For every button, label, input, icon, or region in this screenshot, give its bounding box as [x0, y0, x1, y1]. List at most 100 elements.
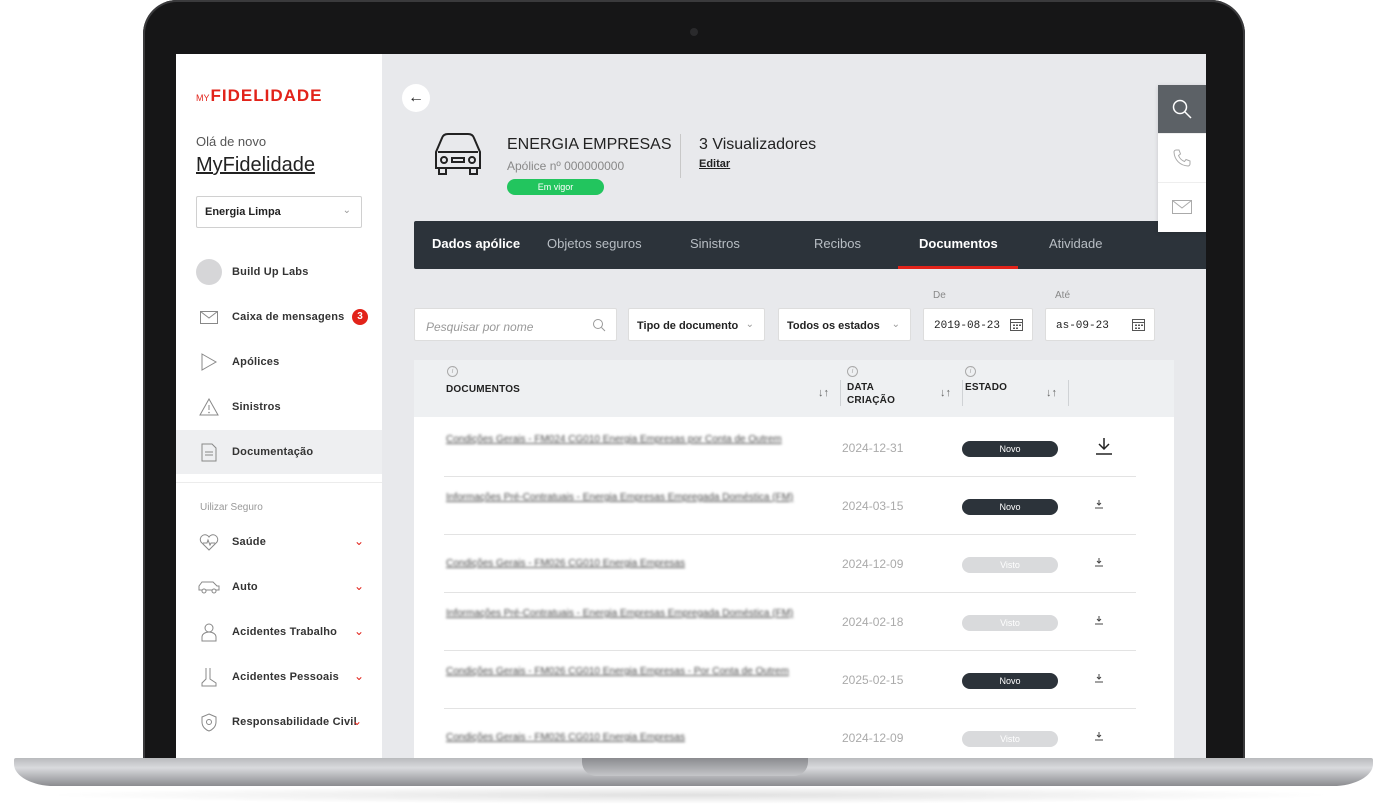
header-divider: [680, 134, 681, 178]
document-link[interactable]: Condições Gerais - FM026 CG010 Energia E…: [446, 557, 796, 570]
chevron-down-icon: ⌄: [342, 205, 351, 216]
policy-tabs: Dados apólice Objetos seguros Sinistros …: [414, 221, 1206, 269]
phone-icon: [1173, 149, 1191, 167]
sort-icon[interactable]: ↓↑: [818, 387, 829, 399]
document-type-dropdown[interactable]: Tipo de documento ⌄: [628, 308, 765, 341]
sidebar-item-personal-accidents[interactable]: Acidentes Pessoais: [176, 655, 382, 699]
email-button[interactable]: [1158, 182, 1206, 230]
car-icon: [196, 576, 222, 598]
search-icon: [1172, 99, 1192, 119]
greeting-text: Olá de novo: [196, 134, 267, 149]
document-link[interactable]: Condições Gerais - FM026 CG010 Energia E…: [446, 665, 796, 678]
chevron-down-icon[interactable]: ⌄: [354, 624, 364, 638]
download-icon[interactable]: [1094, 728, 1104, 746]
table-row: Condições Gerais - FM024 CG010 Energia E…: [444, 419, 1136, 477]
document-icon: [196, 441, 222, 463]
table-row: Condições Gerais - FM026 CG010 Energia E…: [444, 709, 1136, 762]
document-link[interactable]: Condições Gerais - FM026 CG010 Energia E…: [446, 731, 796, 744]
sidebar-item-claims[interactable]: Sinistros: [176, 385, 382, 429]
edit-viewers-link[interactable]: Editar: [699, 158, 730, 170]
row-date: 2024-12-31: [842, 441, 904, 455]
tab-atividade[interactable]: Atividade: [1049, 221, 1102, 269]
to-date-field[interactable]: as-09-23: [1045, 308, 1155, 341]
worker-icon: [196, 621, 222, 643]
document-link[interactable]: Informações Pré-Contratuais - Energia Em…: [446, 491, 796, 504]
active-tab-indicator: [898, 266, 1018, 269]
chevron-down-icon[interactable]: ⌄: [354, 534, 364, 548]
from-date-label: De: [933, 290, 946, 301]
policy-icon: [196, 351, 222, 373]
tab-recibos[interactable]: Recibos: [814, 221, 861, 269]
back-button[interactable]: ←: [402, 84, 430, 112]
sidebar-item-health[interactable]: Saúde: [176, 520, 382, 564]
documents-table: i DOCUMENTOS ↓↑ i DATA CRIAÇÃO ↓↑ i ESTA…: [414, 360, 1174, 762]
row-date: 2024-02-18: [842, 615, 904, 629]
tab-objetos-seguros[interactable]: Objetos seguros: [547, 221, 642, 269]
status-dropdown[interactable]: Todos os estados ⌄: [778, 308, 911, 341]
tab-sinistros[interactable]: Sinistros: [690, 221, 740, 269]
sidebar-item-auto[interactable]: Auto: [176, 565, 382, 609]
chevron-down-icon[interactable]: ⌄: [354, 579, 364, 593]
username-link[interactable]: MyFidelidade: [196, 154, 315, 177]
shield-icon: [196, 711, 222, 733]
brand-logo[interactable]: MYFIDELIDADE: [196, 86, 323, 106]
sort-icon[interactable]: ↓↑: [940, 387, 951, 399]
download-icon[interactable]: [1094, 436, 1114, 461]
foot-icon: [196, 666, 222, 688]
status-badge: Novo: [962, 499, 1058, 515]
column-documents: DOCUMENTOS: [446, 384, 521, 395]
chevron-down-icon: ⌄: [891, 319, 900, 330]
sidebar-item-work-accidents[interactable]: Acidentes Trabalho: [176, 610, 382, 654]
document-link[interactable]: Informações Pré-Contratuais - Energia Em…: [446, 607, 796, 620]
row-date: 2024-12-09: [842, 557, 904, 571]
status-badge: Novo: [962, 673, 1058, 689]
to-date-label: Até: [1055, 290, 1071, 301]
laptop-shadow: [40, 786, 1340, 804]
table-row: Condições Gerais - FM026 CG010 Energia E…: [444, 535, 1136, 593]
sidebar-item-documentation[interactable]: Documentação: [176, 430, 382, 474]
chevron-down-icon[interactable]: ⌄: [354, 669, 364, 683]
download-icon[interactable]: [1094, 670, 1104, 688]
camera-icon: [690, 28, 698, 36]
search-input[interactable]: Pesquisar por nome: [414, 308, 617, 341]
from-date-field[interactable]: 2019-08-23: [923, 308, 1033, 341]
tab-dados-apolice[interactable]: Dados apólice: [432, 221, 520, 269]
chevron-down-icon[interactable]: ⌄: [352, 714, 362, 728]
messages-count-badge: 3: [352, 309, 368, 325]
download-icon[interactable]: [1094, 612, 1104, 630]
app-screen: MYFIDELIDADE Olá de novo MyFidelidade En…: [176, 54, 1206, 762]
sidebar-item-policies[interactable]: Apólices: [176, 340, 382, 384]
table-header: i DOCUMENTOS ↓↑ i DATA CRIAÇÃO ↓↑ i ESTA…: [414, 360, 1174, 417]
column-date-line1: DATA: [847, 382, 875, 393]
column-state: ESTADO: [965, 382, 1008, 393]
mail-icon: [1172, 199, 1192, 214]
column-date-line2: CRIAÇÃO: [847, 395, 896, 406]
search-button[interactable]: [1158, 85, 1206, 133]
policy-number: Apólice nº 000000000: [507, 159, 625, 173]
section-label: Uilizar Seguro: [200, 502, 263, 513]
row-date: 2024-03-15: [842, 499, 904, 513]
sidebar-item-build-up-labs[interactable]: Build Up Labs: [176, 250, 382, 294]
calendar-icon: [1010, 318, 1023, 335]
table-row: Informações Pré-Contratuais - Energia Em…: [444, 593, 1136, 651]
policy-title: ENERGIA EMPRESAS: [507, 136, 672, 153]
tab-documentos[interactable]: Documentos: [919, 221, 998, 269]
company-select[interactable]: Energia Limpa ⌄: [196, 196, 362, 228]
quick-actions: [1158, 85, 1206, 232]
download-icon[interactable]: [1094, 496, 1104, 514]
sidebar-divider: [176, 482, 382, 483]
info-icon: i: [847, 366, 858, 377]
car-icon: [432, 132, 484, 181]
document-link[interactable]: Condições Gerais - FM024 CG010 Energia E…: [446, 433, 796, 446]
search-icon: [592, 318, 606, 335]
call-button[interactable]: [1158, 133, 1206, 181]
sort-icon[interactable]: ↓↑: [1046, 387, 1057, 399]
download-icon[interactable]: [1094, 554, 1104, 572]
arrow-left-icon: ←: [408, 89, 424, 106]
warning-icon: [196, 396, 222, 418]
company-select-value: Energia Limpa: [205, 206, 281, 218]
calendar-icon: [1132, 318, 1145, 335]
viewers-count: 3 Visualizadores: [699, 136, 817, 153]
status-badge: Visto: [962, 615, 1058, 631]
mail-icon: [196, 306, 222, 328]
